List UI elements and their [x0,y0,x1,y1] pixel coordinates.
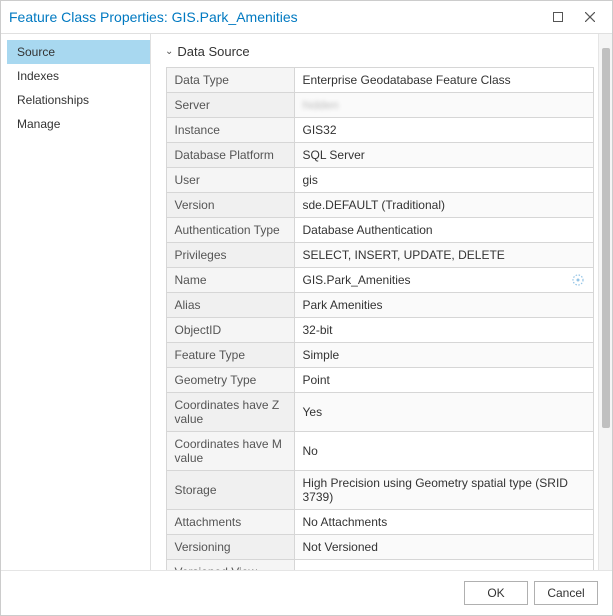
row-label: Privileges [166,243,294,268]
table-row: Authentication TypeDatabase Authenticati… [166,218,593,243]
table-row: ObjectID32-bit [166,318,593,343]
dialog-footer: OK Cancel [1,570,612,615]
row-value: Not Versioned [294,535,593,560]
row-value: SELECT, INSERT, UPDATE, DELETE [294,243,593,268]
table-row: VersioningNot Versioned [166,535,593,560]
row-value: gis [294,168,593,193]
row-value: GIS.PARK_AMENITIES_EVW [294,560,593,571]
row-label: Name [166,268,294,293]
row-label: Server [166,93,294,118]
sidebar: Source Indexes Relationships Manage [1,34,151,570]
row-value: hidden [294,93,593,118]
row-value: GIS32 [294,118,593,143]
close-button[interactable] [576,7,604,27]
table-row: Database PlatformSQL Server [166,143,593,168]
titlebar: Feature Class Properties: GIS.Park_Ameni… [1,1,612,34]
row-value: Enterprise Geodatabase Feature Class [294,68,593,93]
row-label: Alias [166,293,294,318]
content-wrap: ⌄ Data Source Data TypeEnterprise Geodat… [151,34,612,570]
table-row: AliasPark Amenities [166,293,593,318]
row-label: Versioned View Name [166,560,294,571]
row-value: High Precision using Geometry spatial ty… [294,471,593,510]
table-row: InstanceGIS32 [166,118,593,143]
table-row: Geometry TypePoint [166,368,593,393]
row-label: Feature Type [166,343,294,368]
main-area: Source Indexes Relationships Manage ⌄ Da… [1,34,612,570]
row-value: GIS.Park_Amenities [294,268,593,293]
row-label: Storage [166,471,294,510]
sidebar-item-indexes[interactable]: Indexes [7,64,150,88]
data-source-table: Data TypeEnterprise Geodatabase Feature … [165,67,594,570]
ok-button[interactable]: OK [464,581,528,605]
row-value: SQL Server [294,143,593,168]
row-value: Database Authentication [294,218,593,243]
table-row: StorageHigh Precision using Geometry spa… [166,471,593,510]
maximize-button[interactable] [544,7,572,27]
row-value: No [294,432,593,471]
table-row: Versionsde.DEFAULT (Traditional) [166,193,593,218]
row-label: Coordinates have Z value [166,393,294,432]
table-row: Versioned View NameGIS.PARK_AMENITIES_EV… [166,560,593,571]
row-value: Point [294,368,593,393]
row-value: Park Amenities [294,293,593,318]
section-title: Data Source [177,44,249,59]
table-row: Serverhidden [166,93,593,118]
row-label: Geometry Type [166,368,294,393]
table-row: Feature TypeSimple [166,343,593,368]
vertical-scrollbar[interactable] [598,34,612,570]
scrollbar-thumb[interactable] [602,48,610,428]
row-label: Attachments [166,510,294,535]
row-value: 32-bit [294,318,593,343]
close-icon [585,12,595,22]
row-label: Database Platform [166,143,294,168]
content-panel: ⌄ Data Source Data TypeEnterprise Geodat… [151,34,598,570]
section-header-data-source[interactable]: ⌄ Data Source [165,44,594,59]
row-label: Data Type [166,68,294,93]
row-label: ObjectID [166,318,294,343]
table-row: Name GIS.Park_Amenities [166,268,593,293]
row-value: sde.DEFAULT (Traditional) [294,193,593,218]
row-label: Versioning [166,535,294,560]
table-row: Data TypeEnterprise Geodatabase Feature … [166,68,593,93]
row-value: Simple [294,343,593,368]
row-value: No Attachments [294,510,593,535]
sidebar-item-source[interactable]: Source [7,40,150,64]
table-row: PrivilegesSELECT, INSERT, UPDATE, DELETE [166,243,593,268]
table-row: AttachmentsNo Attachments [166,510,593,535]
row-label: Instance [166,118,294,143]
table-row: Coordinates have Z valueYes [166,393,593,432]
row-value: Yes [294,393,593,432]
table-row: Coordinates have M valueNo [166,432,593,471]
table-row: Usergis [166,168,593,193]
row-label: Version [166,193,294,218]
feature-class-icon [571,273,585,287]
maximize-icon [553,12,563,22]
row-label: Coordinates have M value [166,432,294,471]
window-title: Feature Class Properties: GIS.Park_Ameni… [9,9,544,25]
name-value: GIS.Park_Amenities [303,273,411,287]
window-controls [544,7,604,27]
chevron-down-icon: ⌄ [165,46,173,57]
row-label: User [166,168,294,193]
sidebar-item-relationships[interactable]: Relationships [7,88,150,112]
row-label: Authentication Type [166,218,294,243]
cancel-button[interactable]: Cancel [534,581,598,605]
sidebar-item-manage[interactable]: Manage [7,112,150,136]
